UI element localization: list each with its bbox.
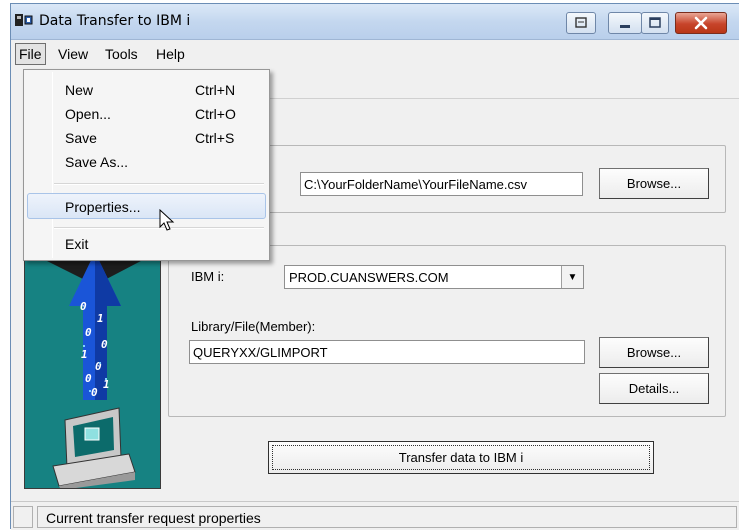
svg-text:0: 0 <box>101 338 108 351</box>
menu-item-save-as[interactable]: Save As... <box>27 151 266 173</box>
transfer-illustration: 010 010 010 <box>24 249 161 489</box>
menu-file[interactable]: File <box>15 43 46 65</box>
maximize-button[interactable] <box>641 12 669 34</box>
ibm-system-label: IBM i: <box>191 269 225 284</box>
mouse-pointer-icon <box>159 209 175 231</box>
window-extra-button[interactable] <box>566 12 596 34</box>
details-button[interactable]: Details... <box>599 373 709 404</box>
menu-separator <box>54 183 264 185</box>
close-icon <box>694 16 708 30</box>
svg-text:0: 0 <box>80 300 87 313</box>
menu-view[interactable]: View <box>58 46 88 62</box>
maximize-icon <box>649 17 661 28</box>
svg-text:0: 0 <box>95 360 102 373</box>
title-bar[interactable]: Data Transfer to IBM i <box>11 4 739 40</box>
status-indicator <box>13 506 33 528</box>
svg-text:0: 0 <box>85 326 92 339</box>
ibm-system-value: PROD.CUANSWERS.COM <box>289 270 449 285</box>
menu-item-new-shortcut: Ctrl+N <box>195 82 236 98</box>
menu-item-properties[interactable]: Properties... <box>27 193 266 219</box>
close-button[interactable] <box>675 12 727 34</box>
ibm-system-select[interactable]: PROD.CUANSWERS.COM ▼ <box>284 265 584 289</box>
svg-text:1: 1 <box>97 312 104 325</box>
library-file-input[interactable]: QUERYXX/GLIMPORT <box>189 340 585 364</box>
pc-browse-button[interactable]: Browse... <box>599 168 709 199</box>
minimize-button[interactable] <box>608 12 642 34</box>
menu-item-exit-label: Exit <box>65 236 89 252</box>
restore-window-icon <box>575 17 587 28</box>
menu-item-new[interactable]: New Ctrl+N <box>27 79 266 101</box>
menu-item-open-label: Open... <box>65 106 111 122</box>
menu-item-save-as-label: Save As... <box>65 154 129 170</box>
ibm-browse-button[interactable]: Browse... <box>599 337 709 368</box>
menu-item-open[interactable]: Open... Ctrl+O <box>27 103 266 125</box>
app-icon <box>15 14 33 26</box>
menu-item-save-shortcut: Ctrl+S <box>195 130 235 146</box>
svg-text:1: 1 <box>81 348 88 361</box>
menu-item-save[interactable]: Save Ctrl+S <box>27 127 266 149</box>
svg-text:0: 0 <box>85 372 92 385</box>
tab-strip <box>259 70 739 99</box>
minimize-icon <box>620 25 630 28</box>
menu-item-save-label: Save <box>65 130 97 146</box>
status-bar: Current transfer request properties <box>11 501 739 530</box>
menu-item-exit[interactable]: Exit <box>27 233 266 255</box>
file-menu-dropdown: New Ctrl+N Open... Ctrl+O Save Ctrl+S Sa… <box>23 69 270 261</box>
menu-bar: File View Tools Help <box>11 42 739 66</box>
menu-help[interactable]: Help <box>156 46 185 62</box>
menu-item-new-label: New <box>65 82 94 98</box>
svg-text:0: 0 <box>91 386 98 399</box>
window-title: Data Transfer to IBM i <box>39 13 191 29</box>
menu-tools[interactable]: Tools <box>105 46 138 62</box>
chevron-down-icon[interactable]: ▼ <box>561 266 583 288</box>
upload-to-server-icon: 010 010 0 10 <box>25 250 160 488</box>
focus-outline <box>272 445 650 470</box>
menu-item-open-shortcut: Ctrl+O <box>195 106 236 122</box>
status-text: Current transfer request properties <box>37 506 737 528</box>
menu-item-properties-label: Properties... <box>65 199 141 215</box>
library-file-label: Library/File(Member): <box>191 319 316 334</box>
pc-file-input[interactable]: C:\YourFolderName\YourFileName.csv <box>300 172 583 196</box>
transfer-button[interactable]: Transfer data to IBM i <box>268 441 654 474</box>
app-window: Data Transfer to IBM i File View Tools H… <box>10 3 739 530</box>
